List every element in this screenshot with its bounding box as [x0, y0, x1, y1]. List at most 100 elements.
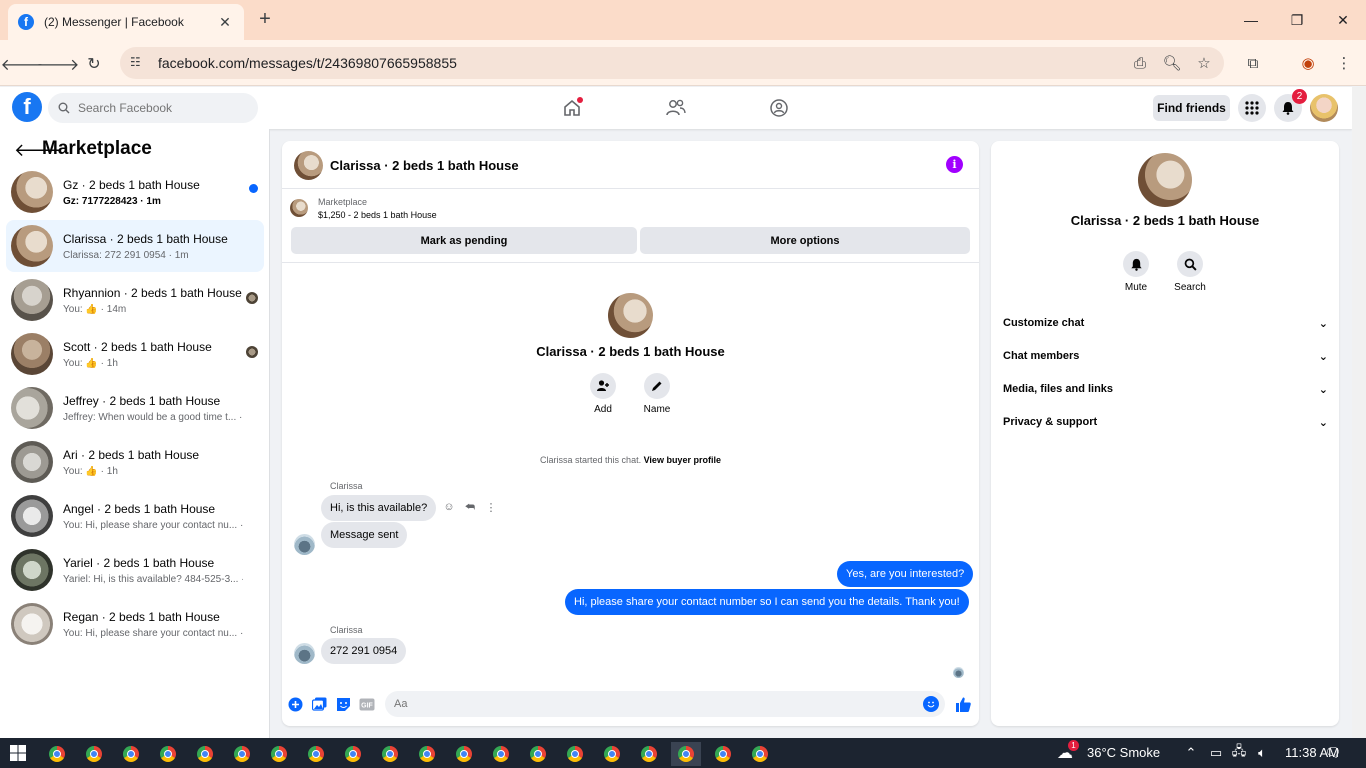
tab-close-icon[interactable]: ✕	[216, 14, 234, 31]
thumbs-up-icon[interactable]	[954, 695, 972, 713]
chrome-taskbar-icon[interactable]	[264, 742, 294, 766]
mute-button[interactable]: Mute	[1113, 251, 1159, 293]
conversation-item[interactable]: Scott · 2 beds 1 bath House You: 👍 · 1h	[6, 328, 264, 380]
mark-as-pending-button[interactable]: Mark as pending	[291, 227, 637, 254]
home-icon[interactable]	[560, 96, 584, 120]
reload-button[interactable]: ↻	[80, 50, 108, 78]
message-composer[interactable]	[385, 691, 945, 717]
browser-tab[interactable]: f (2) Messenger | Facebook ✕	[8, 4, 244, 40]
conversation-item[interactable]: Rhyannion · 2 beds 1 bath House You: 👍 · …	[6, 274, 264, 326]
more-actions-icon[interactable]: ⋮	[484, 500, 498, 514]
find-friends-button[interactable]: Find friends	[1153, 95, 1230, 121]
chrome-taskbar-icon[interactable]	[227, 742, 257, 766]
address-bar[interactable]: facebook.com/messages/t/2436980766595885…	[120, 47, 1224, 79]
sender-avatar[interactable]	[294, 534, 315, 555]
restore-button[interactable]: ❐	[1274, 0, 1320, 40]
profile-icon[interactable]: ◉	[1297, 52, 1319, 74]
conversation-item[interactable]: Yariel · 2 beds 1 bath House Yariel: Hi, …	[6, 544, 264, 596]
windows-start-icon[interactable]	[10, 745, 26, 761]
chrome-taskbar-icon[interactable]	[560, 742, 590, 766]
bookmark-star-icon[interactable]: ☆	[1193, 52, 1215, 74]
chrome-taskbar-icon[interactable]	[375, 742, 405, 766]
details-avatar	[1138, 153, 1192, 207]
conversation-item[interactable]: Jeffrey · 2 beds 1 bath House Jeffrey: Wh…	[6, 382, 264, 434]
site-info-icon[interactable]: ☷	[130, 55, 146, 71]
chat-title[interactable]: Clarissa · 2 beds 1 bath House	[330, 158, 519, 173]
media-files-links-row[interactable]: Media, files and links ⌄	[1003, 379, 1328, 399]
friends-icon[interactable]	[664, 96, 688, 120]
menu-grid-icon[interactable]	[1238, 94, 1266, 122]
page-scrollbar[interactable]	[1352, 87, 1366, 738]
conversation-item-active[interactable]: Clarissa · 2 beds 1 bath House Clarissa: …	[6, 220, 264, 272]
message-bubble-incoming[interactable]: Message sent	[321, 522, 408, 548]
view-buyer-profile-link[interactable]: View buyer profile	[644, 455, 721, 465]
chrome-taskbar-icon[interactable]	[523, 742, 553, 766]
privacy-support-row[interactable]: Privacy & support ⌄	[1003, 412, 1328, 432]
sender-name: Clarissa	[330, 481, 363, 491]
chat-members-row[interactable]: Chat members ⌄	[1003, 346, 1328, 366]
search-in-chat-button[interactable]: Search	[1167, 251, 1213, 293]
edit-name-button[interactable]: Name	[637, 373, 677, 415]
volume-icon[interactable]: 🔈︎	[1253, 744, 1271, 762]
conversation-item[interactable]: Gz · 2 beds 1 bath House Gz: 7177228423 ·…	[6, 166, 264, 218]
chrome-taskbar-icon[interactable]	[338, 742, 368, 766]
info-icon[interactable]: i	[946, 156, 963, 173]
chrome-taskbar-icon[interactable]	[449, 742, 479, 766]
chrome-taskbar-icon[interactable]	[116, 742, 146, 766]
photo-icon[interactable]	[311, 696, 327, 712]
sticker-icon[interactable]	[335, 696, 351, 712]
network-icon[interactable]: 🖧	[1230, 743, 1248, 762]
gif-icon[interactable]: GIF	[359, 696, 375, 712]
chat-avatar[interactable]	[294, 151, 323, 180]
chrome-taskbar-icon[interactable]	[634, 742, 664, 766]
notification-center-icon[interactable]: 🗨	[1324, 744, 1342, 762]
chrome-taskbar-icon[interactable]	[190, 742, 220, 766]
chrome-taskbar-icon[interactable]	[301, 742, 331, 766]
conversation-item[interactable]: Angel · 2 beds 1 bath House You: Hi, plea…	[6, 490, 264, 542]
chrome-taskbar-icon[interactable]	[42, 742, 72, 766]
close-window-button[interactable]: ✕	[1320, 0, 1366, 40]
chrome-taskbar-icon[interactable]	[597, 742, 627, 766]
chrome-taskbar-icon-active[interactable]	[671, 742, 701, 766]
chrome-taskbar-icon[interactable]	[79, 742, 109, 766]
svg-text:GIF: GIF	[361, 702, 373, 709]
listing-thumbnail	[11, 279, 53, 321]
back-button[interactable]: 🡐	[1, 50, 44, 78]
emoji-icon[interactable]	[923, 696, 939, 712]
chrome-taskbar-icon[interactable]	[153, 742, 183, 766]
message-bubble-outgoing[interactable]: Yes, are you interested?	[837, 561, 974, 587]
more-options-button[interactable]: More options	[640, 227, 970, 254]
plus-circle-icon[interactable]	[287, 696, 303, 712]
zoom-icon[interactable]: 🔍︎	[1161, 52, 1183, 74]
sidebar-title: Marketplace	[42, 138, 152, 159]
facebook-search-input[interactable]	[78, 101, 248, 115]
add-people-button[interactable]: Add	[583, 373, 623, 415]
conversation-item[interactable]: Regan · 2 beds 1 bath House You: Hi, plea…	[6, 598, 264, 650]
chrome-taskbar-icon[interactable]	[486, 742, 516, 766]
account-avatar[interactable]	[1310, 94, 1338, 122]
message-bubble-incoming[interactable]: 272 291 0954	[321, 638, 407, 664]
battery-icon[interactable]: ▭	[1207, 744, 1225, 762]
weather-text[interactable]: 36°C Smoke	[1087, 745, 1160, 760]
browser-menu-icon[interactable]: ⋮	[1333, 52, 1355, 74]
conversation-item[interactable]: Ari · 2 beds 1 bath House You: 👍 · 1h	[6, 436, 264, 488]
reply-icon[interactable]: ⮪	[463, 500, 477, 514]
tab-search-icon[interactable]: ⧉	[1242, 52, 1264, 74]
react-emoji-icon[interactable]: ☺	[442, 500, 456, 514]
message-bubble-outgoing[interactable]: Hi, please share your contact number so …	[565, 589, 969, 615]
customize-chat-row[interactable]: Customize chat ⌄	[1003, 313, 1328, 333]
forward-button[interactable]: 🡒	[37, 50, 80, 78]
facebook-logo-icon[interactable]: f	[12, 92, 42, 122]
facebook-search[interactable]	[48, 93, 258, 123]
message-bubble-incoming[interactable]: Hi, is this available?	[321, 495, 437, 521]
message-input[interactable]	[394, 698, 904, 710]
minimize-button[interactable]: —	[1228, 0, 1274, 40]
chrome-taskbar-icon[interactable]	[412, 742, 442, 766]
chrome-taskbar-icon[interactable]	[745, 742, 775, 766]
chevron-up-icon[interactable]: ⌃	[1182, 744, 1200, 762]
install-app-icon[interactable]: ⎙	[1129, 52, 1151, 74]
groups-icon[interactable]	[767, 96, 791, 120]
new-tab-button[interactable]: +	[254, 8, 276, 30]
sender-avatar[interactable]	[294, 643, 315, 664]
chrome-taskbar-icon[interactable]	[708, 742, 738, 766]
